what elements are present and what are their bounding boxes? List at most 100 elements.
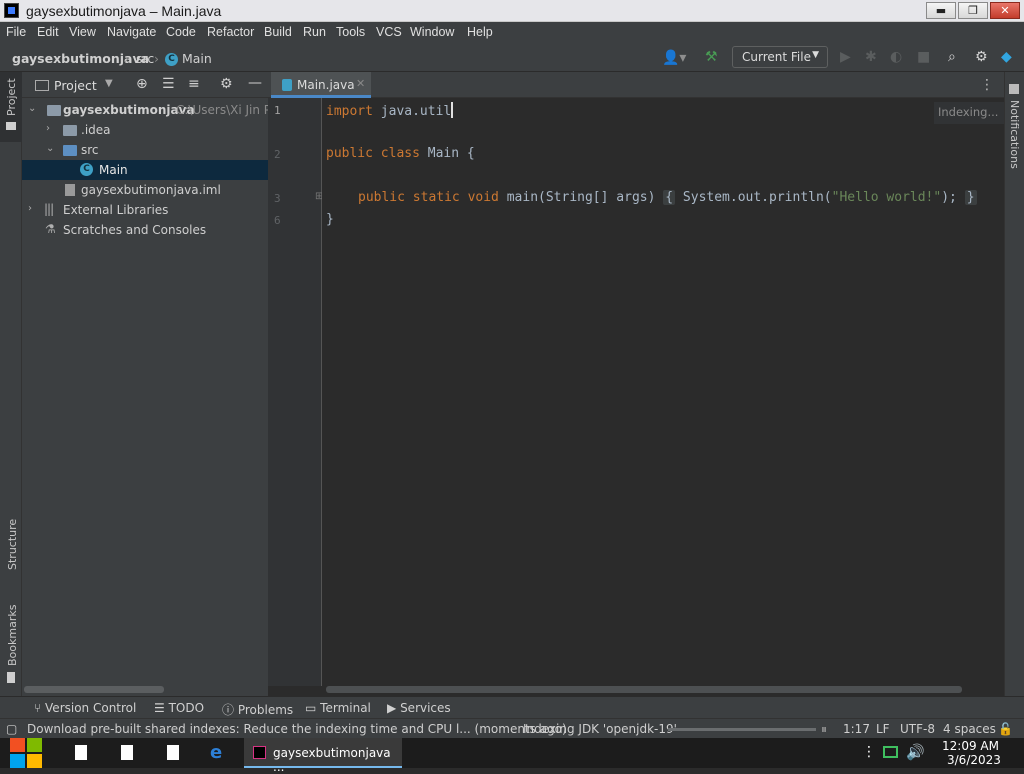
menu-navigate[interactable]: Navigate — [107, 25, 156, 39]
build-hammer-icon[interactable]: ⚒ — [705, 49, 718, 65]
chevron-right-icon[interactable]: › — [28, 203, 40, 214]
services-tab[interactable]: ▶ Services — [387, 701, 451, 715]
window-title: gaysexbutimonjava – Main.java — [26, 3, 222, 19]
jetbrains-logo-icon[interactable]: ◆ — [1001, 49, 1012, 65]
clock-date[interactable]: 3/6/2023 — [947, 753, 1001, 767]
tool-label: TODO — [168, 701, 205, 715]
chevron-down-icon[interactable]: ⌄ — [28, 103, 40, 114]
menu-build[interactable]: Build — [264, 25, 292, 39]
stop-icon[interactable]: ■ — [917, 49, 930, 65]
todo-tab[interactable]: ☰ TODO — [154, 701, 204, 715]
locate-file-icon[interactable]: ⊕ — [136, 76, 148, 92]
taskbar-intellij-app[interactable]: gaysexbutimonjava ... — [244, 738, 402, 774]
debug-icon[interactable]: ✱ — [865, 49, 877, 65]
caret-position[interactable]: 1:17 — [843, 722, 870, 736]
status-panel-icon[interactable]: ▢ — [6, 722, 17, 736]
tree-item-src[interactable]: ⌄ src — [22, 140, 268, 160]
settings-gear-icon[interactable]: ⚙ — [975, 49, 988, 65]
menu-view[interactable]: View — [69, 25, 96, 39]
menu-window[interactable]: Window — [410, 25, 454, 39]
code-text: ); — [941, 190, 957, 205]
indexing-status[interactable]: Indexing JDK 'openjdk-19' — [523, 722, 677, 736]
code-editor[interactable]: import java.util public class Main { pub… — [322, 98, 1004, 693]
more-tray-icon[interactable]: ⋮ — [862, 744, 876, 760]
file-encoding[interactable]: UTF-8 — [900, 722, 935, 736]
class-icon: C — [80, 163, 93, 176]
run-configuration-select[interactable]: Current File ▼ — [732, 46, 828, 68]
editor-gutter: 1 2 3 ⊞ 6 — [268, 98, 323, 686]
minimize-button[interactable]: ▬ — [926, 2, 956, 19]
project-panel-header: Project ▼ ⊕ ☰ ≡ ⚙ — — [22, 72, 268, 98]
chevron-down-icon: ▼ — [812, 50, 819, 60]
problems-tab[interactable]: ⓘ Problems — [222, 701, 293, 718]
user-account-icon[interactable]: 👤▾ — [662, 50, 686, 66]
structure-tool-tab[interactable]: Structure — [6, 519, 19, 570]
panel-settings-gear-icon[interactable]: ⚙ — [220, 76, 233, 92]
volume-icon[interactable]: 🔊 — [906, 743, 925, 761]
tab-label: Main.java — [297, 78, 355, 92]
notifications-tool-tab[interactable]: Notifications — [1008, 100, 1021, 169]
tree-item-project-root[interactable]: ⌄ gaysexbutimonjava C:\Users\Xi Jin Pin — [22, 100, 268, 120]
chevron-down-icon[interactable]: ⌄ — [46, 143, 58, 154]
fold-brace[interactable]: } — [964, 190, 977, 205]
version-control-tab[interactable]: ⑂ Version Control — [34, 701, 136, 715]
breadcrumb-file[interactable]: C Main — [165, 51, 212, 66]
tree-item-idea[interactable]: › .idea — [22, 120, 268, 140]
file-icon[interactable] — [121, 745, 133, 760]
branch-icon: ⑂ — [34, 701, 42, 715]
menu-code[interactable]: Code — [166, 25, 196, 39]
code-line-6: } — [326, 212, 334, 227]
terminal-tab[interactable]: ▭ Terminal — [305, 701, 371, 715]
tab-main-java[interactable]: Main.java ✕ — [271, 72, 371, 98]
chevron-down-icon[interactable]: ▼ — [105, 78, 113, 89]
lock-icon[interactable]: 🔓 — [998, 722, 1013, 736]
edge-browser-icon[interactable]: e — [210, 742, 222, 763]
menu-refactor[interactable]: Refactor — [207, 25, 254, 39]
file-icon[interactable] — [167, 745, 179, 760]
indent-setting[interactable]: 4 spaces — [943, 722, 996, 736]
status-message[interactable]: Download pre-built shared indexes: Reduc… — [27, 722, 567, 736]
maximize-button[interactable]: ❐ — [958, 2, 988, 19]
tool-label: Version Control — [45, 701, 137, 715]
close-tab-icon[interactable]: ✕ — [356, 77, 365, 90]
windows-taskbar: e gaysexbutimonjava ... ⋮ 🔊 12:09 AM 3/6… — [0, 738, 1024, 774]
tree-item-main[interactable]: C Main — [22, 160, 268, 180]
menu-vcs[interactable]: VCS — [376, 25, 402, 39]
coverage-icon[interactable]: ◐ — [890, 49, 902, 65]
menu-tools[interactable]: Tools — [336, 25, 365, 39]
menu-edit[interactable]: Edit — [37, 25, 59, 39]
breadcrumb-folder[interactable]: src — [136, 51, 154, 66]
hide-panel-icon[interactable]: — — [248, 75, 262, 91]
project-panel-title[interactable]: Project — [54, 78, 97, 93]
tree-item-scratches[interactable]: ⚗ Scratches and Consoles — [22, 220, 268, 240]
file-icon[interactable] — [75, 745, 87, 760]
editor-tab-bar: Main.java ✕ ⋮ — [268, 72, 1004, 98]
bookmark-icon — [7, 672, 15, 683]
menu-help[interactable]: Help — [467, 25, 493, 39]
tree-item-label: src — [81, 143, 99, 157]
clock-time[interactable]: 12:09 AM — [942, 739, 999, 753]
line-number: 2 — [274, 148, 281, 161]
close-button[interactable]: ✕ — [990, 2, 1020, 19]
menu-file[interactable]: File — [6, 25, 26, 39]
project-tool-tab[interactable]: Project — [0, 72, 22, 142]
pause-icon[interactable]: ⏸ — [821, 722, 827, 737]
horizontal-scrollbar[interactable] — [326, 686, 962, 693]
menu-run[interactable]: Run — [303, 25, 326, 39]
network-icon[interactable] — [883, 746, 898, 758]
project-tool-window: Project ▼ ⊕ ☰ ≡ ⚙ — ⌄ gaysexbutimonjava … — [22, 72, 268, 696]
chevron-right-icon[interactable]: › — [46, 123, 58, 134]
tool-label: Terminal — [320, 701, 371, 715]
tree-item-iml[interactable]: gaysexbutimonjava.iml — [22, 180, 268, 200]
run-icon[interactable]: ▶ — [840, 49, 851, 65]
collapse-all-icon[interactable]: ≡ — [188, 76, 200, 92]
start-button[interactable] — [10, 738, 44, 768]
expand-all-icon[interactable]: ☰ — [162, 76, 175, 92]
fold-brace[interactable]: { — [663, 190, 676, 205]
more-options-icon[interactable]: ⋮ — [980, 77, 994, 93]
search-icon[interactable]: ⌕ — [948, 49, 956, 65]
horizontal-scrollbar[interactable] — [24, 686, 164, 693]
tree-item-external-libraries[interactable]: › ||| External Libraries — [22, 200, 268, 220]
bookmarks-tool-tab[interactable]: Bookmarks — [6, 605, 19, 666]
line-separator[interactable]: LF — [876, 722, 890, 736]
